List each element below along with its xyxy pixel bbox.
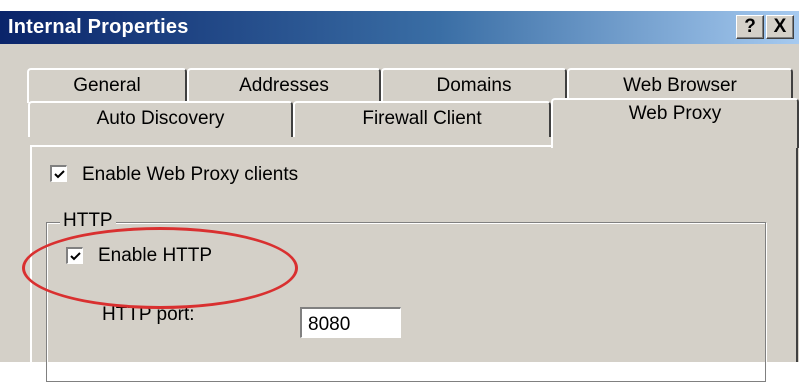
enable-web-proxy-clients-label: Enable Web Proxy clients — [82, 164, 299, 185]
tab-web-proxy[interactable]: Web Proxy — [551, 98, 799, 148]
tab-domains[interactable]: Domains — [381, 68, 567, 103]
close-button[interactable]: X — [766, 15, 794, 39]
help-button[interactable]: ? — [736, 15, 764, 39]
dialog-title: Internal Properties — [8, 16, 189, 38]
http-group-title: HTTP — [60, 210, 116, 232]
title-bar[interactable]: Internal Properties ? X — [0, 11, 799, 44]
enable-http-label: Enable HTTP — [98, 245, 213, 266]
checkmark-icon — [70, 252, 81, 261]
tab-general[interactable]: General — [27, 68, 187, 103]
enable-http-checkbox[interactable] — [65, 246, 84, 265]
http-port-label: HTTP port: — [102, 304, 195, 325]
enable-web-proxy-clients-checkbox[interactable] — [49, 164, 68, 183]
http-port-input[interactable]: 8080 — [300, 307, 401, 338]
tab-firewall-client[interactable]: Firewall Client — [293, 101, 551, 137]
tab-addresses[interactable]: Addresses — [187, 68, 381, 103]
checkmark-icon — [54, 170, 65, 179]
tab-auto-discovery[interactable]: Auto Discovery — [28, 101, 293, 137]
